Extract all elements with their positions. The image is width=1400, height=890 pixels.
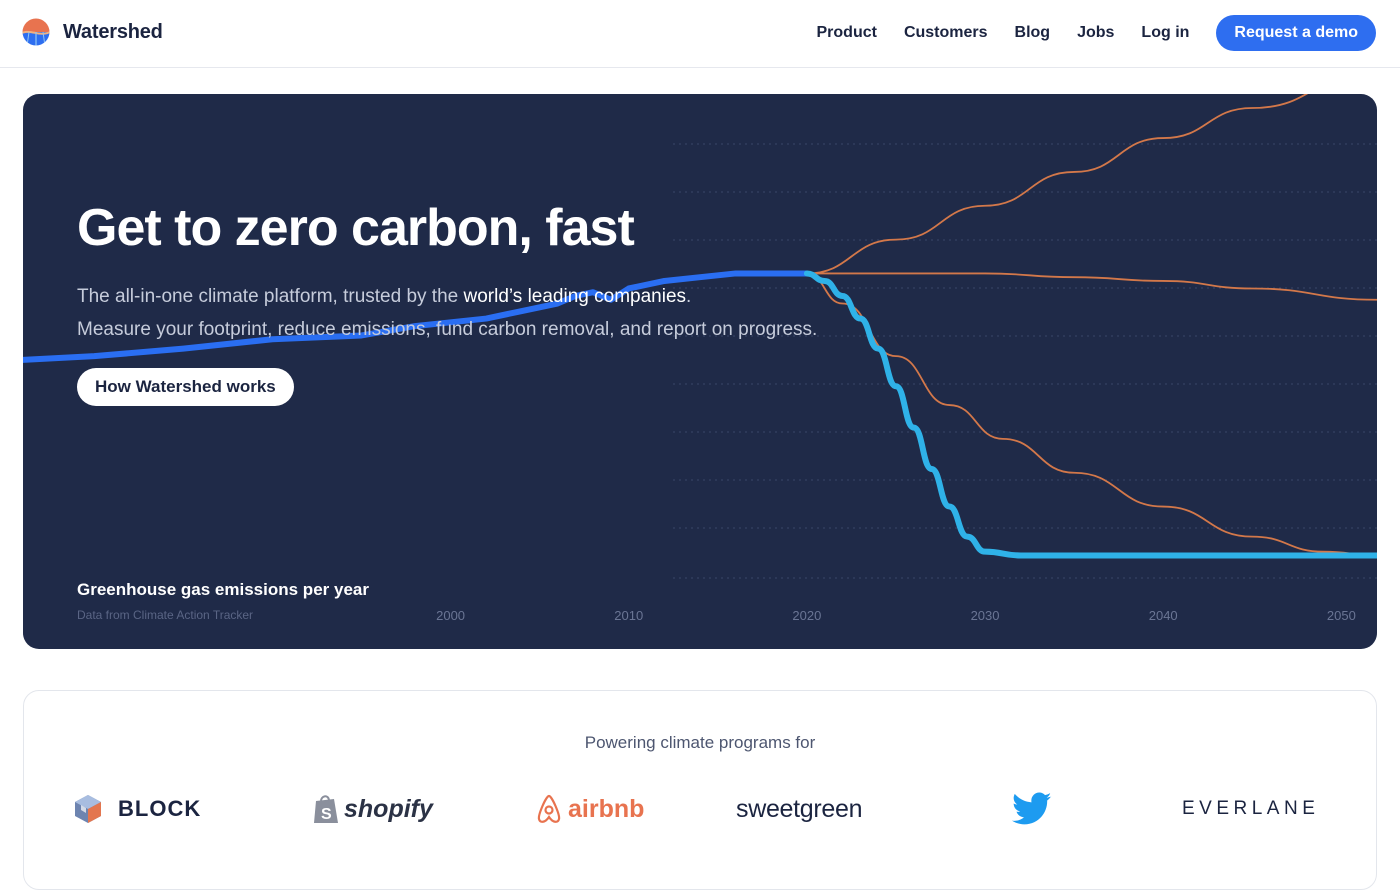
leading-companies-highlight: world’s leading companies: [463, 286, 687, 307]
main-nav: Product Customers Blog Jobs Log in Reque…: [817, 15, 1376, 51]
site-header: Watershed Product Customers Blog Jobs Lo…: [0, 0, 1400, 68]
nav-jobs[interactable]: Jobs: [1077, 15, 1114, 51]
block-logo-text: BLOCK: [118, 796, 202, 821]
airbnb-belo-icon: [537, 794, 561, 823]
nav-blog[interactable]: Blog: [1015, 15, 1051, 51]
how-watershed-works-button[interactable]: How Watershed works: [77, 368, 294, 406]
svg-text:S: S: [321, 806, 332, 823]
hero-subtitle-line-2: Measure your footprint, reduce emissions…: [77, 319, 818, 340]
series-line-scenario-flat: [805, 272, 1377, 301]
airbnb-logo: airbnb: [534, 789, 644, 829]
everlane-logo: EVERLANE: [1182, 789, 1319, 829]
x-tick-label: 2020: [792, 608, 821, 623]
hero-subtitle: The all-in-one climate platform, trusted…: [77, 280, 817, 346]
nav-product[interactable]: Product: [817, 15, 877, 51]
series-line-scenario-declining: [805, 272, 1377, 557]
block-logo: BLOCK: [72, 789, 201, 829]
nav-customers[interactable]: Customers: [904, 15, 988, 51]
sweetgreen-logo: sweetgreen: [736, 789, 863, 829]
chart-source: Data from Climate Action Tracker: [77, 608, 254, 622]
airbnb-logo-text: airbnb: [568, 794, 645, 823]
x-tick-label: 2000: [436, 608, 465, 623]
series-line-scenario-rising: [805, 94, 1309, 275]
x-tick-label: 2040: [1149, 608, 1178, 623]
nav-login[interactable]: Log in: [1141, 15, 1189, 51]
brand-name: Watershed: [63, 20, 163, 43]
series-line-pathway-zero: [803, 270, 1377, 559]
x-tick-label: 2010: [614, 608, 643, 623]
hero-section: 2000 2010 2020 2030 2040 2050 Get to zero car…: [23, 94, 1377, 649]
shopify-logo-text: shopify: [344, 794, 433, 823]
customers-section: Powering climate programs for BLOCK S sh…: [23, 690, 1377, 890]
sweetgreen-logo-text: sweetgreen: [736, 794, 863, 823]
x-tick-label: 2050: [1327, 608, 1356, 623]
twitter-logo: [1012, 789, 1052, 829]
chart-title: Greenhouse gas emissions per year: [77, 580, 369, 599]
request-demo-button[interactable]: Request a demo: [1216, 15, 1376, 51]
shopify-bag-icon: S: [314, 795, 338, 823]
shopify-logo: S shopify: [312, 789, 433, 829]
everlane-logo-text: EVERLANE: [1182, 798, 1320, 819]
subtitle-prefix: The all-in-one climate platform, trusted…: [77, 286, 464, 307]
watershed-logo-icon: [22, 18, 50, 46]
hero-subtitle-line-1: The all-in-one climate platform, trusted…: [77, 280, 817, 313]
customers-heading: Powering climate programs for: [584, 733, 816, 752]
x-tick-label: 2030: [971, 608, 1000, 623]
subtitle-suffix: .: [686, 286, 692, 307]
hero-title: Get to zero carbon, fast: [77, 199, 635, 257]
block-cube-icon: [75, 795, 101, 823]
brand-link[interactable]: Watershed: [22, 18, 163, 46]
twitter-bird-icon: [1012, 792, 1052, 825]
